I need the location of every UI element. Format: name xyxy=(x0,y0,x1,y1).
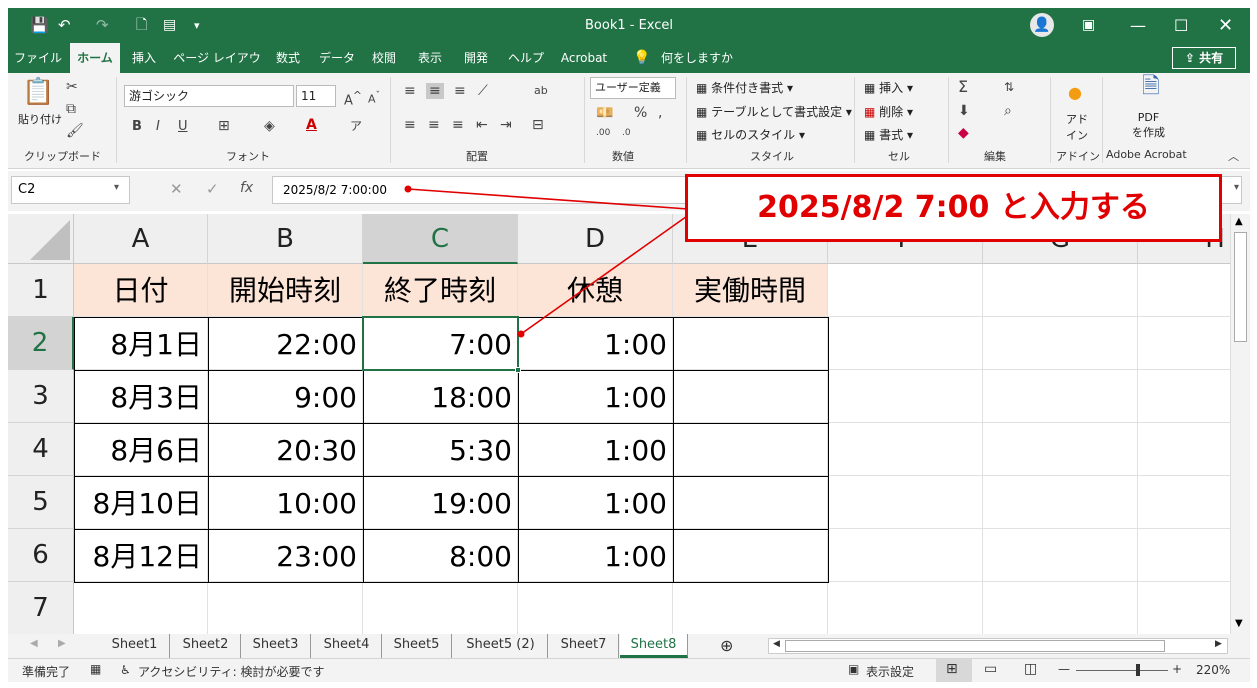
connector-dot-formula xyxy=(404,185,412,193)
annotation-connector xyxy=(404,185,691,338)
connector-dot-cell xyxy=(517,330,525,338)
annotation-callout: 2025/8/2 7:00 と入力する xyxy=(685,174,1222,242)
